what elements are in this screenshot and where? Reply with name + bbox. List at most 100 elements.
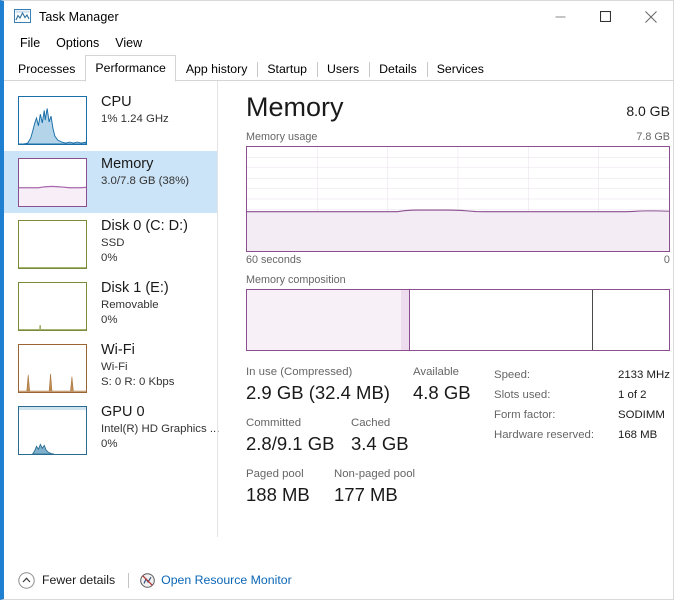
page-title: Memory: [246, 92, 344, 122]
stat-non-paged-pool-label: Non-paged pool: [334, 468, 416, 480]
composition-segment-in-use[interactable]: [247, 290, 401, 350]
memory-composition-bar[interactable]: [246, 289, 670, 351]
minimize-button[interactable]: [538, 1, 583, 32]
memory-composition-caption: Memory composition: [246, 274, 670, 286]
hardware-row-form-factor: Form factor: SODIMM: [494, 405, 670, 425]
menu-bar: File Options View: [4, 32, 673, 54]
composition-segment-standby[interactable]: [410, 290, 592, 350]
sidebar-item-cpu-title: CPU: [101, 94, 132, 110]
sidebar-item-memory-labels: Memory 3.0/7.8 GB (38%): [101, 155, 189, 189]
sidebar-item-disk0-labels: Disk 0 (C: D:) SSD 0%: [101, 217, 188, 266]
status-bar: Fewer details Open Resource Monitor: [4, 561, 673, 599]
memory-usage-area: [247, 210, 669, 251]
sidebar-item-disk0-sub2: 0%: [101, 252, 118, 264]
sidebar-item-cpu-labels: CPU 1% 1.24 GHz: [101, 93, 169, 127]
tab-users[interactable]: Users: [317, 57, 369, 81]
sidebar-item-disk0-title: Disk 0 (C: D:): [101, 218, 188, 234]
stat-in-use: In use (Compressed) 2.9 GB (32.4 MB): [246, 365, 413, 405]
stat-cached: Cached 3.4 GB: [351, 416, 409, 456]
hardware-row-slots: Slots used: 1 of 2: [494, 385, 670, 405]
sidebar-item-wifi-title: Wi-Fi: [101, 342, 135, 358]
hardware-row-speed: Speed: 2133 MHz: [494, 365, 670, 385]
tab-app-history[interactable]: App history: [176, 57, 258, 81]
window-controls: [538, 1, 673, 32]
minimize-icon: [555, 16, 566, 18]
sidebar-item-cpu-sub1: 1% 1.24 GHz: [101, 113, 169, 125]
tab-strip: Processes Performance App history Startu…: [4, 55, 673, 82]
tab-details[interactable]: Details: [369, 57, 427, 81]
memory-usage-plot: [247, 147, 669, 251]
cpu-thumb-graph: [18, 96, 87, 145]
axis-right-label: 0: [663, 254, 670, 266]
hardware-info-column: Speed: 2133 MHz Slots used: 1 of 2 Form …: [484, 365, 670, 518]
stat-non-paged-pool: Non-paged pool 177 MB: [334, 467, 415, 507]
composition-segment-free[interactable]: [592, 290, 669, 350]
sidebar-item-memory-sub1: 3.0/7.8 GB (38%): [101, 175, 190, 187]
sidebar-item-disk1-sub2: 0%: [101, 314, 118, 326]
sidebar-item-wifi[interactable]: Wi-Fi Wi-Fi S: 0 R: 0 Kbps: [4, 337, 218, 399]
hardware-reserved-value: 168 MB: [618, 429, 658, 441]
sidebar-item-disk0-sub1: SSD: [101, 237, 125, 249]
content-area: CPU 1% 1.24 GHz Memory 3.0/7.8 GB (38%): [4, 81, 673, 537]
tab-performance[interactable]: Performance: [85, 55, 176, 82]
sidebar-item-disk1-labels: Disk 1 (E:) Removable 0%: [101, 279, 169, 328]
sidebar-item-disk1-sub1: Removable: [101, 299, 159, 311]
maximize-icon: [600, 11, 611, 22]
memory-composition-label: Memory composition: [246, 274, 346, 286]
stat-paged-pool-value: 188 MB: [246, 484, 310, 505]
sidebar-item-cpu[interactable]: CPU 1% 1.24 GHz: [4, 89, 218, 151]
sidebar-item-memory[interactable]: Memory 3.0/7.8 GB (38%): [4, 151, 218, 213]
composition-segment-modified[interactable]: [401, 290, 410, 350]
footer-divider: [128, 572, 130, 588]
total-memory-value: 8.0 GB: [626, 103, 670, 119]
sidebar-item-memory-title: Memory: [101, 156, 154, 172]
sidebar-item-gpu0[interactable]: GPU 0 Intel(R) HD Graphics ... 0%: [4, 399, 219, 461]
window-title: Task Manager: [39, 9, 119, 24]
hardware-form-factor-key: Form factor:: [494, 409, 556, 421]
disk0-thumb-graph: [18, 220, 87, 269]
tab-startup[interactable]: Startup: [257, 57, 317, 81]
tab-processes[interactable]: Processes: [8, 57, 85, 81]
sidebar-item-disk0[interactable]: Disk 0 (C: D:) SSD 0%: [4, 213, 218, 275]
menu-item-options[interactable]: Options: [48, 34, 107, 52]
stat-cached-value: 3.4 GB: [351, 433, 409, 454]
panel-header: Memory 8.0 GB: [246, 91, 670, 123]
sidebar-item-gpu0-labels: GPU 0 Intel(R) HD Graphics ... 0%: [101, 403, 219, 452]
sidebar-item-wifi-sub1: Wi-Fi: [101, 361, 128, 373]
maximize-button[interactable]: [583, 1, 628, 32]
sidebar-item-disk1-title: Disk 1 (E:): [101, 280, 169, 296]
stat-available: Available 4.8 GB: [413, 365, 471, 405]
menu-item-file[interactable]: File: [12, 34, 48, 52]
stat-available-label: Available: [413, 366, 460, 378]
hardware-row-reserved: Hardware reserved: 168 MB: [494, 425, 670, 445]
stat-non-paged-pool-value: 177 MB: [334, 484, 398, 505]
stat-row-in-use: In use (Compressed) 2.9 GB (32.4 MB) Ava…: [246, 365, 484, 405]
memory-detail-panel: Memory 8.0 GB Memory usage 7.8 GB 60 sec…: [218, 81, 673, 537]
fewer-details-button[interactable]: Fewer details: [18, 571, 115, 589]
close-button[interactable]: [628, 1, 673, 32]
memory-usage-axis: 60 seconds 0: [246, 254, 670, 266]
open-resource-monitor-link[interactable]: Open Resource Monitor: [140, 572, 292, 588]
task-manager-window: Task Manager File Options View Processes…: [0, 0, 674, 600]
sidebar-item-wifi-labels: Wi-Fi Wi-Fi S: 0 R: 0 Kbps: [101, 341, 174, 390]
sidebar-item-gpu0-title: GPU 0: [101, 404, 145, 420]
title-bar: Task Manager: [4, 1, 673, 32]
axis-left-label: 60 seconds: [246, 254, 302, 266]
stat-available-value: 4.8 GB: [413, 382, 471, 403]
hardware-slots-value: 1 of 2: [618, 389, 647, 401]
memory-statistics: In use (Compressed) 2.9 GB (32.4 MB) Ava…: [246, 365, 670, 518]
stat-in-use-label: In use (Compressed): [246, 366, 353, 378]
stat-committed-value: 2.8/9.1 GB: [246, 433, 335, 454]
sidebar-item-disk1[interactable]: Disk 1 (E:) Removable 0%: [4, 275, 218, 337]
memory-usage-graph[interactable]: [246, 146, 670, 252]
open-resource-monitor-label: Open Resource Monitor: [161, 573, 292, 587]
stat-committed: Committed 2.8/9.1 GB: [246, 416, 351, 456]
tab-services[interactable]: Services: [426, 57, 494, 81]
memory-usage-caption: Memory usage 7.8 GB: [246, 131, 670, 143]
task-manager-icon: [14, 8, 31, 25]
menu-item-view[interactable]: View: [107, 34, 150, 52]
disk1-thumb-graph: [18, 282, 87, 331]
hardware-speed-key: Speed:: [494, 369, 531, 381]
stat-paged-pool: Paged pool 188 MB: [246, 467, 334, 507]
stat-in-use-value: 2.9 GB (32.4 MB): [246, 382, 390, 403]
